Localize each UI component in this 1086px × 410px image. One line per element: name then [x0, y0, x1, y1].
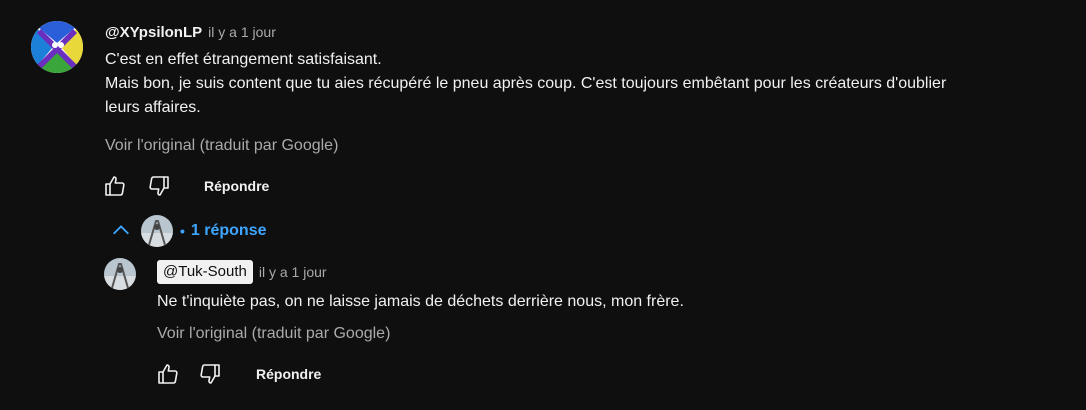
chevron-up-icon	[113, 225, 129, 235]
reply-action-bar: Répondre	[154, 360, 321, 388]
replier-avatar	[141, 215, 173, 247]
comment-line: C'est en effet étrangement satisfaisant.	[105, 51, 382, 68]
thumbs-down-icon	[200, 364, 220, 384]
see-original-link[interactable]: Voir l'original (traduit par Google)	[105, 137, 338, 155]
reply-timestamp[interactable]: il y a 1 jour	[259, 264, 327, 280]
reply-reply-button[interactable]: Répondre	[256, 366, 321, 382]
like-button[interactable]	[101, 172, 129, 200]
comment-action-bar: Répondre	[101, 172, 269, 200]
dislike-button[interactable]	[145, 172, 173, 200]
replies-count-label: 1 réponse	[190, 222, 267, 239]
comment-line: leurs affaires.	[105, 99, 201, 116]
reply-author-avatar[interactable]	[104, 258, 136, 290]
author-avatar[interactable]	[31, 21, 83, 73]
comment-line: Mais bon, je suis content que tu aies ré…	[105, 75, 947, 92]
reply-dislike-button[interactable]	[196, 360, 224, 388]
reply-like-button[interactable]	[154, 360, 182, 388]
comment-timestamp[interactable]: il y a 1 jour	[208, 24, 276, 40]
comment-author[interactable]: @XYpsilonLP	[105, 24, 202, 41]
replies-dot: •	[180, 223, 185, 239]
reply-button[interactable]: Répondre	[204, 178, 269, 194]
reply-body: Ne t'inquiète pas, on ne laisse jamais d…	[157, 293, 684, 310]
reply-author-chip[interactable]: @Tuk-South	[157, 260, 253, 284]
comment-body: C'est en effet étrangement satisfaisant.…	[105, 48, 1065, 120]
reply-see-original-link[interactable]: Voir l'original (traduit par Google)	[157, 325, 390, 343]
thumbs-up-icon	[105, 176, 125, 196]
thumbs-up-icon	[158, 364, 178, 384]
replies-toggle[interactable]: • 1 réponse	[110, 213, 267, 249]
thumbs-down-icon	[149, 176, 169, 196]
